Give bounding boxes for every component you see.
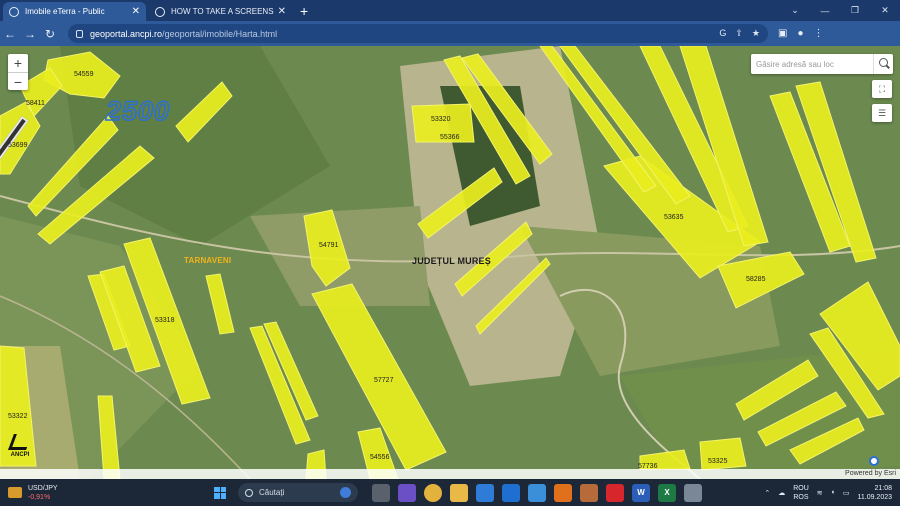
map-search-input[interactable]: Găsire adresă sau loc [751, 54, 893, 74]
browser-tab-strip: Imobile eTerra - Public ✕ HOW TO TAKE A … [0, 0, 900, 21]
parcel-label[interactable]: 53318 [155, 317, 174, 324]
parcel-label[interactable]: 55366 [440, 134, 459, 141]
tab-imobile-eterra[interactable]: Imobile eTerra - Public ✕ [3, 2, 146, 21]
profile-icon[interactable]: ● [797, 28, 803, 39]
taskbar-search[interactable]: Căutați [238, 483, 358, 502]
parcel-label[interactable]: 53325 [708, 458, 727, 465]
close-icon[interactable]: ✕ [278, 6, 286, 17]
basemap-icon[interactable]: ⛶ [872, 80, 892, 98]
address-bar[interactable]: geoportal.ancpi.ro /geoportal/imobile/Ha… [68, 24, 768, 43]
pinned-apps: W X [372, 483, 702, 502]
browser-toolbar: ← → ↻ geoportal.ancpi.ro /geoportal/imob… [0, 21, 900, 46]
bookmark-star-icon[interactable]: ★ [752, 28, 760, 39]
stock-widget[interactable]: USD/JPY -0,91% [8, 484, 128, 502]
clock-date: 11.09.2023 [857, 493, 892, 501]
browser-actions: ▣ ● ⋮ [778, 28, 824, 39]
start-button[interactable] [214, 486, 226, 499]
lang-line1: ROU [793, 484, 809, 492]
copilot-icon [340, 487, 351, 498]
pdf-icon[interactable] [606, 483, 624, 502]
parcel-label[interactable]: 53322 [8, 413, 27, 420]
mail-icon[interactable] [476, 483, 494, 502]
file-explorer-icon[interactable] [450, 483, 468, 502]
search-icon[interactable] [873, 54, 893, 74]
monitor-icon[interactable] [528, 483, 546, 502]
close-icon[interactable]: ✕ [132, 6, 140, 17]
county-label: JUDEȚUL MUREȘ [412, 256, 491, 266]
currency-icon [8, 487, 22, 498]
calculator-icon[interactable] [684, 483, 702, 502]
parcel-label[interactable]: 53635 [664, 214, 683, 221]
map-attribution: Powered by Esri [0, 469, 900, 479]
task-view-icon[interactable] [372, 483, 390, 502]
clock[interactable]: 21:08 11.09.2023 [857, 484, 892, 502]
tab-screenshot-howto[interactable]: HOW TO TAKE A SCREENSHOT O ✕ [149, 2, 292, 21]
language-indicator[interactable]: ROU ROS [793, 484, 809, 502]
tab-search-icon[interactable]: ⌄ [780, 5, 810, 16]
search-placeholder: Găsire adresă sau loc [756, 59, 834, 69]
battery-icon[interactable]: ▭ [843, 489, 850, 497]
parcel-label[interactable]: 53320 [431, 116, 450, 123]
close-window-icon[interactable]: ✕ [870, 5, 900, 16]
parcel-label[interactable]: 53699 [8, 142, 27, 149]
chrome-icon [155, 6, 165, 17]
zoom-out-button[interactable]: − [8, 72, 28, 90]
word-icon[interactable]: W [632, 483, 650, 502]
search-icon [245, 488, 253, 497]
menu-kebab-icon[interactable]: ⋮ [814, 28, 824, 39]
window-controls: ⌄ — ❐ ✕ [780, 0, 900, 21]
town-label: TARNAVENI [184, 256, 232, 265]
tab-title: HOW TO TAKE A SCREENSHOT O [171, 7, 274, 16]
widget-value: -0,91% [28, 493, 51, 501]
parcel-label[interactable]: 58411 [26, 100, 45, 107]
logo-text: ANCPI [10, 452, 30, 458]
paint-icon[interactable] [580, 483, 598, 502]
parcel-label[interactable]: 54556 [370, 454, 389, 461]
tab-title: Imobile eTerra - Public [25, 7, 105, 16]
zoom-in-button[interactable]: + [8, 54, 28, 72]
layers-list-icon[interactable]: ☰ [872, 104, 892, 122]
dropbox-icon[interactable] [502, 483, 520, 502]
url-path: /geoportal/imobile/Harta.html [162, 28, 278, 39]
forward-icon[interactable]: → [20, 27, 40, 41]
teams-icon[interactable] [398, 483, 416, 502]
reload-icon[interactable]: ↻ [40, 27, 60, 41]
minimize-icon[interactable]: — [810, 6, 840, 16]
parcel-label[interactable]: 57727 [374, 377, 393, 384]
ancpi-logo: ANCPI [6, 434, 34, 464]
chrome-icon[interactable] [424, 483, 442, 502]
back-icon[interactable]: ← [0, 27, 20, 41]
restore-icon[interactable]: ❐ [840, 5, 870, 16]
ancpi-logo-mark [8, 434, 32, 450]
handwritten-annotation: 2500 [105, 95, 171, 127]
clock-time: 21:08 [874, 484, 892, 492]
wifi-icon[interactable]: ≋ [817, 489, 823, 497]
sidepanel-icon[interactable]: ▣ [778, 28, 787, 39]
excel-icon[interactable]: X [658, 483, 676, 502]
location-marker[interactable] [869, 456, 879, 466]
google-lens-icon[interactable]: G [719, 28, 726, 39]
url-host: geoportal.ancpi.ro [90, 28, 163, 39]
parcel-label[interactable]: 54791 [319, 242, 338, 249]
cloud-icon[interactable]: ☁ [778, 489, 785, 497]
lang-line2: ROS [793, 493, 809, 501]
vlc-icon[interactable] [554, 483, 572, 502]
omnibox-actions: G ⇪ ★ [719, 28, 760, 39]
new-tab-button[interactable]: + [300, 2, 308, 21]
volume-icon[interactable]: ◖ [831, 489, 835, 496]
chevron-up-icon[interactable]: ⌃ [764, 489, 770, 497]
lock-icon[interactable] [76, 29, 83, 38]
globe-icon [9, 6, 19, 17]
search-label: Căutați [259, 488, 285, 497]
parcel-label[interactable]: 54559 [74, 71, 93, 78]
zoom-control: + − [8, 54, 28, 90]
system-tray: ⌃ ☁ ROU ROS ≋ ◖ ▭ 21:08 11.09.2023 [764, 479, 892, 506]
map-viewport[interactable]: 2500 54559 58411 53699 53320 55366 53635… [0, 46, 900, 479]
share-icon[interactable]: ⇪ [735, 28, 743, 39]
parcel-label[interactable]: 58285 [746, 276, 765, 283]
widget-title: USD/JPY [28, 484, 58, 492]
taskbar: USD/JPY -0,91% Căutați W X ⌃ ☁ ROU ROS ≋… [0, 479, 900, 506]
